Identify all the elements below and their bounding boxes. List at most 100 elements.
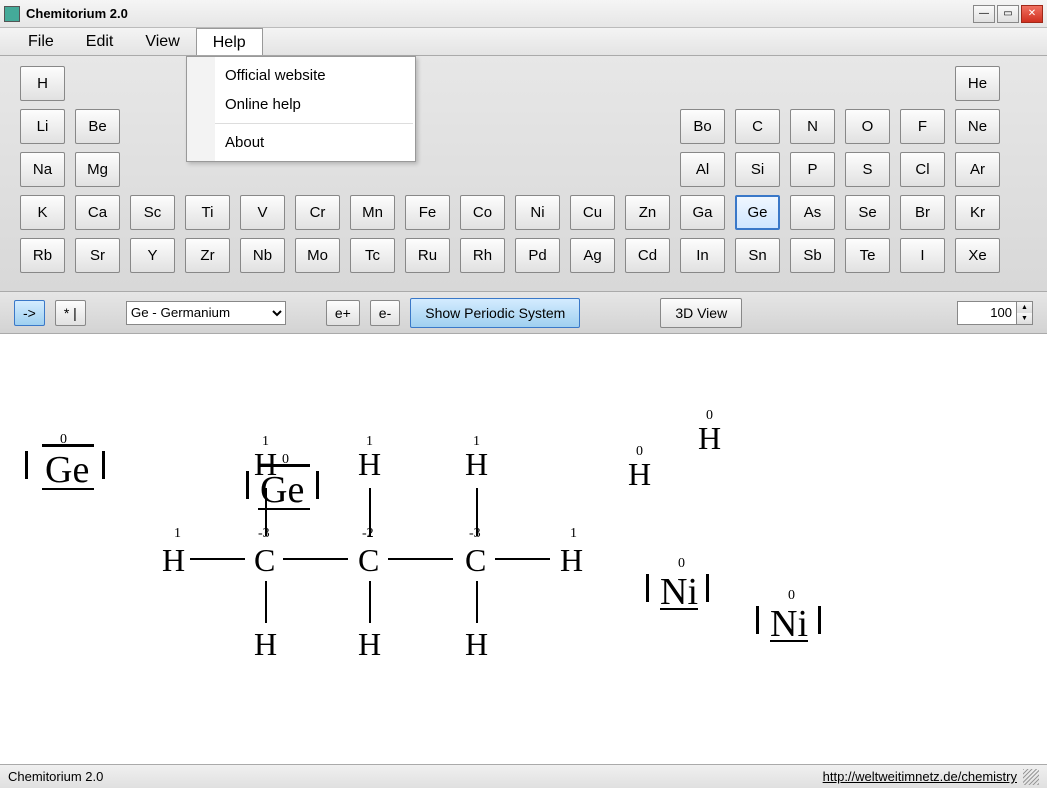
menu-online-help[interactable]: Online help bbox=[187, 90, 415, 119]
element-tc[interactable]: Tc bbox=[350, 238, 395, 273]
element-cr[interactable]: Cr bbox=[295, 195, 340, 230]
element-k[interactable]: K bbox=[20, 195, 65, 230]
element-sc[interactable]: Sc bbox=[130, 195, 175, 230]
element-ne[interactable]: Ne bbox=[955, 109, 1000, 144]
element-o[interactable]: O bbox=[845, 109, 890, 144]
element-li[interactable]: Li bbox=[20, 109, 65, 144]
element-mg[interactable]: Mg bbox=[75, 152, 120, 187]
view-3d-button[interactable]: 3D View bbox=[660, 298, 742, 328]
element-in[interactable]: In bbox=[680, 238, 725, 273]
element-na[interactable]: Na bbox=[20, 152, 65, 187]
element-zn[interactable]: Zn bbox=[625, 195, 670, 230]
element-cl[interactable]: Cl bbox=[900, 152, 945, 187]
resize-grip[interactable] bbox=[1023, 769, 1039, 785]
atom-h[interactable]: H bbox=[560, 542, 583, 579]
menu-help[interactable]: Help bbox=[196, 28, 263, 55]
element-sr[interactable]: Sr bbox=[75, 238, 120, 273]
element-sb[interactable]: Sb bbox=[790, 238, 835, 273]
star-tool-button[interactable]: * | bbox=[55, 300, 86, 326]
element-si[interactable]: Si bbox=[735, 152, 780, 187]
element-br[interactable]: Br bbox=[900, 195, 945, 230]
element-xe[interactable]: Xe bbox=[955, 238, 1000, 273]
bond[interactable] bbox=[283, 558, 348, 560]
element-n[interactable]: N bbox=[790, 109, 835, 144]
bond[interactable] bbox=[190, 558, 245, 560]
element-al[interactable]: Al bbox=[680, 152, 725, 187]
element-rh[interactable]: Rh bbox=[460, 238, 505, 273]
atom-c[interactable]: C bbox=[254, 542, 275, 579]
element-ge[interactable]: Ge bbox=[735, 195, 780, 230]
element-zr[interactable]: Zr bbox=[185, 238, 230, 273]
menu-file[interactable]: File bbox=[12, 28, 70, 55]
element-ti[interactable]: Ti bbox=[185, 195, 230, 230]
menu-official-website[interactable]: Official website bbox=[187, 61, 415, 90]
atom-h[interactable]: H bbox=[628, 456, 651, 493]
element-pd[interactable]: Pd bbox=[515, 238, 560, 273]
zoom-spin-buttons[interactable]: ▲▼ bbox=[1017, 301, 1033, 325]
bond[interactable] bbox=[265, 581, 267, 623]
show-periodic-button[interactable]: Show Periodic System bbox=[410, 298, 580, 328]
charge-label: -2 bbox=[362, 526, 374, 542]
eplus-button[interactable]: e+ bbox=[326, 300, 360, 326]
element-co[interactable]: Co bbox=[460, 195, 505, 230]
atom-ge[interactable]: Ge bbox=[45, 448, 89, 492]
atom-h[interactable]: H bbox=[465, 446, 488, 483]
eminus-button[interactable]: e- bbox=[370, 300, 400, 326]
element-ca[interactable]: Ca bbox=[75, 195, 120, 230]
bond[interactable] bbox=[476, 581, 478, 623]
element-te[interactable]: Te bbox=[845, 238, 890, 273]
close-button[interactable]: ✕ bbox=[1021, 5, 1043, 23]
element-nb[interactable]: Nb bbox=[240, 238, 285, 273]
zoom-spinbox[interactable]: ▲▼ bbox=[957, 301, 1033, 325]
element-se[interactable]: Se bbox=[845, 195, 890, 230]
element-h[interactable]: H bbox=[20, 66, 65, 101]
menu-view[interactable]: View bbox=[129, 28, 195, 55]
element-ga[interactable]: Ga bbox=[680, 195, 725, 230]
atom-c[interactable]: C bbox=[465, 542, 486, 579]
lone-pair bbox=[756, 606, 759, 634]
status-url[interactable]: http://weltweitimnetz.de/chemistry bbox=[823, 769, 1017, 784]
element-v[interactable]: V bbox=[240, 195, 285, 230]
menu-about[interactable]: About bbox=[187, 128, 415, 157]
menu-edit[interactable]: Edit bbox=[70, 28, 130, 55]
element-p[interactable]: P bbox=[790, 152, 835, 187]
element-mn[interactable]: Mn bbox=[350, 195, 395, 230]
element-as[interactable]: As bbox=[790, 195, 835, 230]
element-he[interactable]: He bbox=[955, 66, 1000, 101]
element-ru[interactable]: Ru bbox=[405, 238, 450, 273]
element-bo[interactable]: Bo bbox=[680, 109, 725, 144]
maximize-button[interactable]: ▭ bbox=[997, 5, 1019, 23]
minimize-button[interactable]: — bbox=[973, 5, 995, 23]
atom-h[interactable]: H bbox=[254, 626, 277, 663]
atom-h[interactable]: H bbox=[162, 542, 185, 579]
element-f[interactable]: F bbox=[900, 109, 945, 144]
zoom-input[interactable] bbox=[957, 301, 1017, 325]
molecule-canvas[interactable]: Ge0Ge0H1H1H1H1C-3C-2C-3H1HHHH0H0Ni0Ni0 bbox=[0, 334, 1047, 764]
bond[interactable] bbox=[388, 558, 453, 560]
element-fe[interactable]: Fe bbox=[405, 195, 450, 230]
atom-h[interactable]: H bbox=[698, 420, 721, 457]
atom-h[interactable]: H bbox=[358, 446, 381, 483]
bond[interactable] bbox=[369, 581, 371, 623]
element-sn[interactable]: Sn bbox=[735, 238, 780, 273]
element-ni[interactable]: Ni bbox=[515, 195, 560, 230]
atom-h[interactable]: H bbox=[465, 626, 488, 663]
element-s[interactable]: S bbox=[845, 152, 890, 187]
arrow-tool-button[interactable]: -> bbox=[14, 300, 45, 326]
atom-h[interactable]: H bbox=[358, 626, 381, 663]
element-y[interactable]: Y bbox=[130, 238, 175, 273]
element-cd[interactable]: Cd bbox=[625, 238, 670, 273]
element-ar[interactable]: Ar bbox=[955, 152, 1000, 187]
element-ag[interactable]: Ag bbox=[570, 238, 615, 273]
atom-c[interactable]: C bbox=[358, 542, 379, 579]
bond[interactable] bbox=[495, 558, 550, 560]
element-be[interactable]: Be bbox=[75, 109, 120, 144]
atom-h[interactable]: H bbox=[254, 446, 277, 483]
element-c[interactable]: C bbox=[735, 109, 780, 144]
element-select[interactable]: Ge - Germanium bbox=[126, 301, 286, 325]
element-kr[interactable]: Kr bbox=[955, 195, 1000, 230]
element-mo[interactable]: Mo bbox=[295, 238, 340, 273]
element-rb[interactable]: Rb bbox=[20, 238, 65, 273]
element-i[interactable]: I bbox=[900, 238, 945, 273]
element-cu[interactable]: Cu bbox=[570, 195, 615, 230]
